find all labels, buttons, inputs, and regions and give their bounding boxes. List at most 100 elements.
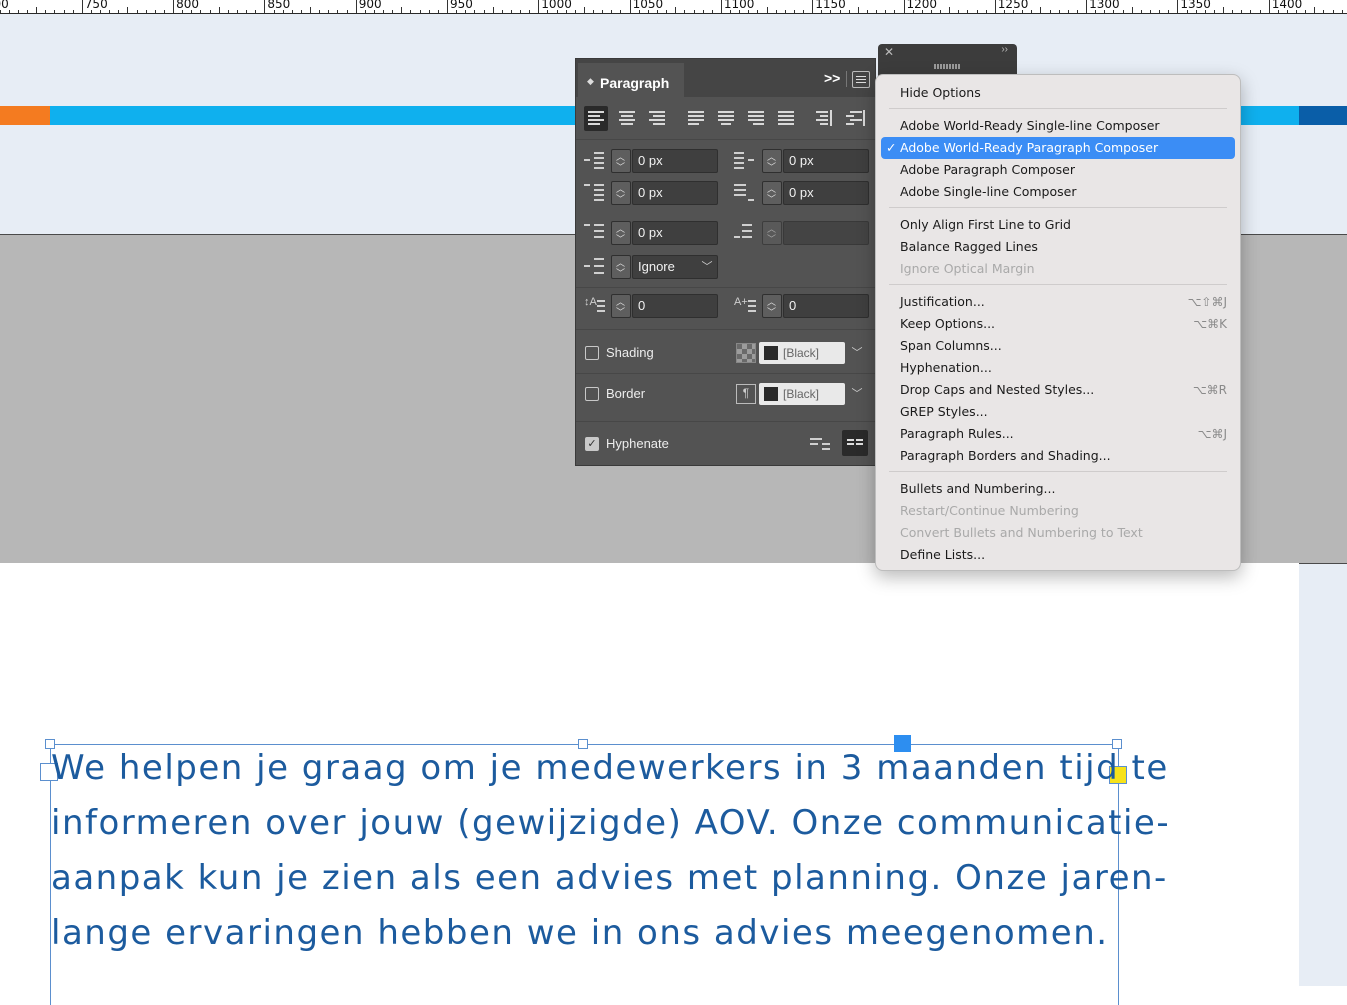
justify-center-button[interactable] bbox=[714, 106, 738, 131]
dont-balance-icon[interactable] bbox=[810, 433, 832, 455]
last-line-indent-stepper[interactable]: ︿ ﹀ bbox=[762, 181, 782, 205]
tab-paragraph[interactable]: ◆ Paragraph bbox=[578, 63, 684, 97]
left-indent-stepper[interactable]: ︿ ﹀ bbox=[611, 149, 631, 173]
panel-menu-icon[interactable] bbox=[852, 71, 870, 88]
justify-right-button[interactable] bbox=[744, 106, 768, 131]
divider bbox=[846, 71, 847, 87]
ruler-minor-tick bbox=[383, 10, 385, 13]
chevron-down-icon[interactable]: ﹀ bbox=[846, 342, 868, 364]
ruler-minor-tick bbox=[985, 10, 987, 13]
ruler-minor-tick bbox=[693, 10, 695, 13]
align-center-button[interactable] bbox=[615, 106, 639, 131]
shading-grid-icon[interactable] bbox=[736, 343, 756, 363]
ruler-minor-tick bbox=[282, 10, 284, 13]
ruler-major-tick bbox=[447, 0, 448, 13]
ruler-minor-tick bbox=[373, 10, 375, 13]
balance-columns-button[interactable] bbox=[842, 430, 868, 456]
ruler-major-tick bbox=[812, 0, 814, 13]
ruler-minor-tick bbox=[191, 10, 193, 13]
ruler-minor-tick bbox=[127, 7, 129, 13]
menu-item-define-lists[interactable]: Define Lists... bbox=[881, 544, 1235, 566]
align-left-button[interactable] bbox=[584, 106, 608, 131]
first-line-indent-field[interactable]: 0 px bbox=[632, 181, 718, 205]
align-towards-spine-button[interactable] bbox=[812, 106, 836, 131]
ruler-minor-tick bbox=[793, 10, 795, 13]
left-indent-field[interactable]: 0 px bbox=[632, 149, 718, 173]
hyphenate-checkbox[interactable]: ✓ bbox=[585, 437, 599, 451]
space-before-field[interactable]: 0 px bbox=[632, 221, 718, 245]
space-after-field[interactable] bbox=[783, 221, 869, 245]
justify-all-button[interactable] bbox=[774, 106, 798, 131]
ruler-minor-tick bbox=[1341, 10, 1343, 13]
drop-cap-lines-field[interactable]: 0 bbox=[632, 294, 718, 318]
menu-item-justification[interactable]: Justification... ⌥⇧⌘J bbox=[881, 291, 1235, 313]
drop-cap-lines-stepper[interactable]: ︿ ﹀ bbox=[611, 294, 631, 318]
shading-swatch-select[interactable]: [Black] bbox=[759, 342, 845, 364]
ruler-minor-tick bbox=[1232, 10, 1234, 13]
menu-item-align-first-line[interactable]: Only Align First Line to Grid bbox=[881, 214, 1235, 236]
align-to-grid-stepper[interactable]: ︿ ﹀ bbox=[611, 255, 631, 279]
menu-item-grep-styles[interactable]: GREP Styles... bbox=[881, 401, 1235, 423]
ruler-minor-tick bbox=[17, 10, 19, 13]
menu-item-drop-caps[interactable]: Drop Caps and Nested Styles... ⌥⌘R bbox=[881, 379, 1235, 401]
ruler-minor-tick bbox=[246, 10, 248, 13]
shading-checkbox[interactable] bbox=[585, 346, 599, 360]
right-indent-icon bbox=[734, 149, 756, 171]
navy-bar bbox=[1299, 106, 1347, 125]
pilcrow-icon[interactable]: ¶ bbox=[736, 384, 756, 404]
ruler-major-tick bbox=[355, 0, 357, 13]
ruler-minor-tick bbox=[1140, 10, 1142, 13]
ruler-minor-tick bbox=[45, 10, 47, 13]
menu-item-composer[interactable]: Adobe World-Ready Single-line Composer bbox=[881, 115, 1235, 137]
border-checkbox[interactable] bbox=[585, 387, 599, 401]
ruler-minor-tick bbox=[346, 10, 348, 13]
chevron-down-icon[interactable]: ﹀ bbox=[846, 383, 868, 405]
drop-cap-chars-stepper[interactable]: ︿ ﹀ bbox=[762, 294, 782, 318]
ruler-minor-tick bbox=[27, 10, 29, 13]
menu-item-composer[interactable]: Adobe Paragraph Composer bbox=[881, 159, 1235, 181]
right-indent-field[interactable]: 0 px bbox=[783, 149, 869, 173]
ruler-major-tick bbox=[173, 0, 175, 13]
menu-item-composer-selected[interactable]: ✓ Adobe World-Ready Paragraph Composer bbox=[881, 137, 1235, 159]
first-line-indent-stepper[interactable]: ︿ ﹀ bbox=[611, 181, 631, 205]
ruler-minor-tick bbox=[921, 10, 923, 13]
grip-icon[interactable] bbox=[934, 64, 960, 69]
ruler-minor-tick bbox=[456, 10, 458, 13]
border-swatch-select[interactable]: [Black] bbox=[759, 383, 845, 405]
border-swatch-label: [Black] bbox=[783, 387, 820, 401]
menu-item-bullets-numbering[interactable]: Bullets and Numbering... bbox=[881, 478, 1235, 500]
chevron-down-icon[interactable]: ﹀ bbox=[696, 256, 718, 278]
menu-item-composer[interactable]: Adobe Single-line Composer bbox=[881, 181, 1235, 203]
space-before-stepper[interactable]: ︿ ﹀ bbox=[611, 221, 631, 245]
horizontal-ruler[interactable]: 0075080085090095010001050110011501200125… bbox=[0, 0, 1347, 14]
ruler-minor-tick bbox=[227, 10, 229, 13]
shading-label: Shading bbox=[606, 345, 654, 360]
ruler-minor-tick bbox=[565, 10, 567, 13]
align-away-from-spine-button[interactable] bbox=[842, 106, 866, 131]
drop-cap-chars-field[interactable]: 0 bbox=[783, 294, 869, 318]
expand-icon[interactable]: ›› bbox=[1001, 44, 1008, 55]
menu-item-span-columns[interactable]: Span Columns... bbox=[881, 335, 1235, 357]
justify-left-button[interactable] bbox=[684, 106, 708, 131]
ruler-minor-tick bbox=[54, 10, 56, 13]
double-chevron-right-icon[interactable]: >> bbox=[824, 70, 840, 86]
close-icon[interactable]: ✕ bbox=[884, 45, 894, 59]
ruler-minor-tick bbox=[200, 10, 202, 13]
ruler-minor-tick bbox=[784, 10, 786, 13]
menu-item-keep-options[interactable]: Keep Options... ⌥⌘K bbox=[881, 313, 1235, 335]
menu-item-paragraph-rules[interactable]: Paragraph Rules... ⌥⌘J bbox=[881, 423, 1235, 445]
menu-item-borders-shading[interactable]: Paragraph Borders and Shading... bbox=[881, 445, 1235, 467]
tab-updown-icon: ◆ bbox=[587, 76, 594, 86]
body-text[interactable]: We helpen je graag om je medewerkers in … bbox=[51, 741, 1169, 961]
align-right-button[interactable] bbox=[645, 106, 669, 131]
menu-item-hyphenation[interactable]: Hyphenation... bbox=[881, 357, 1235, 379]
divider bbox=[576, 421, 875, 422]
space-after-stepper[interactable]: ︿ ﹀ bbox=[762, 221, 782, 245]
right-indent-stepper[interactable]: ︿ ﹀ bbox=[762, 149, 782, 173]
shading-swatch-label: [Black] bbox=[783, 346, 820, 360]
space-before-icon bbox=[584, 221, 606, 243]
menu-item-hide-options[interactable]: Hide Options bbox=[881, 82, 1235, 104]
last-line-indent-field[interactable]: 0 px bbox=[783, 181, 869, 205]
menu-separator bbox=[889, 108, 1227, 109]
menu-item-balance-ragged[interactable]: Balance Ragged Lines bbox=[881, 236, 1235, 258]
